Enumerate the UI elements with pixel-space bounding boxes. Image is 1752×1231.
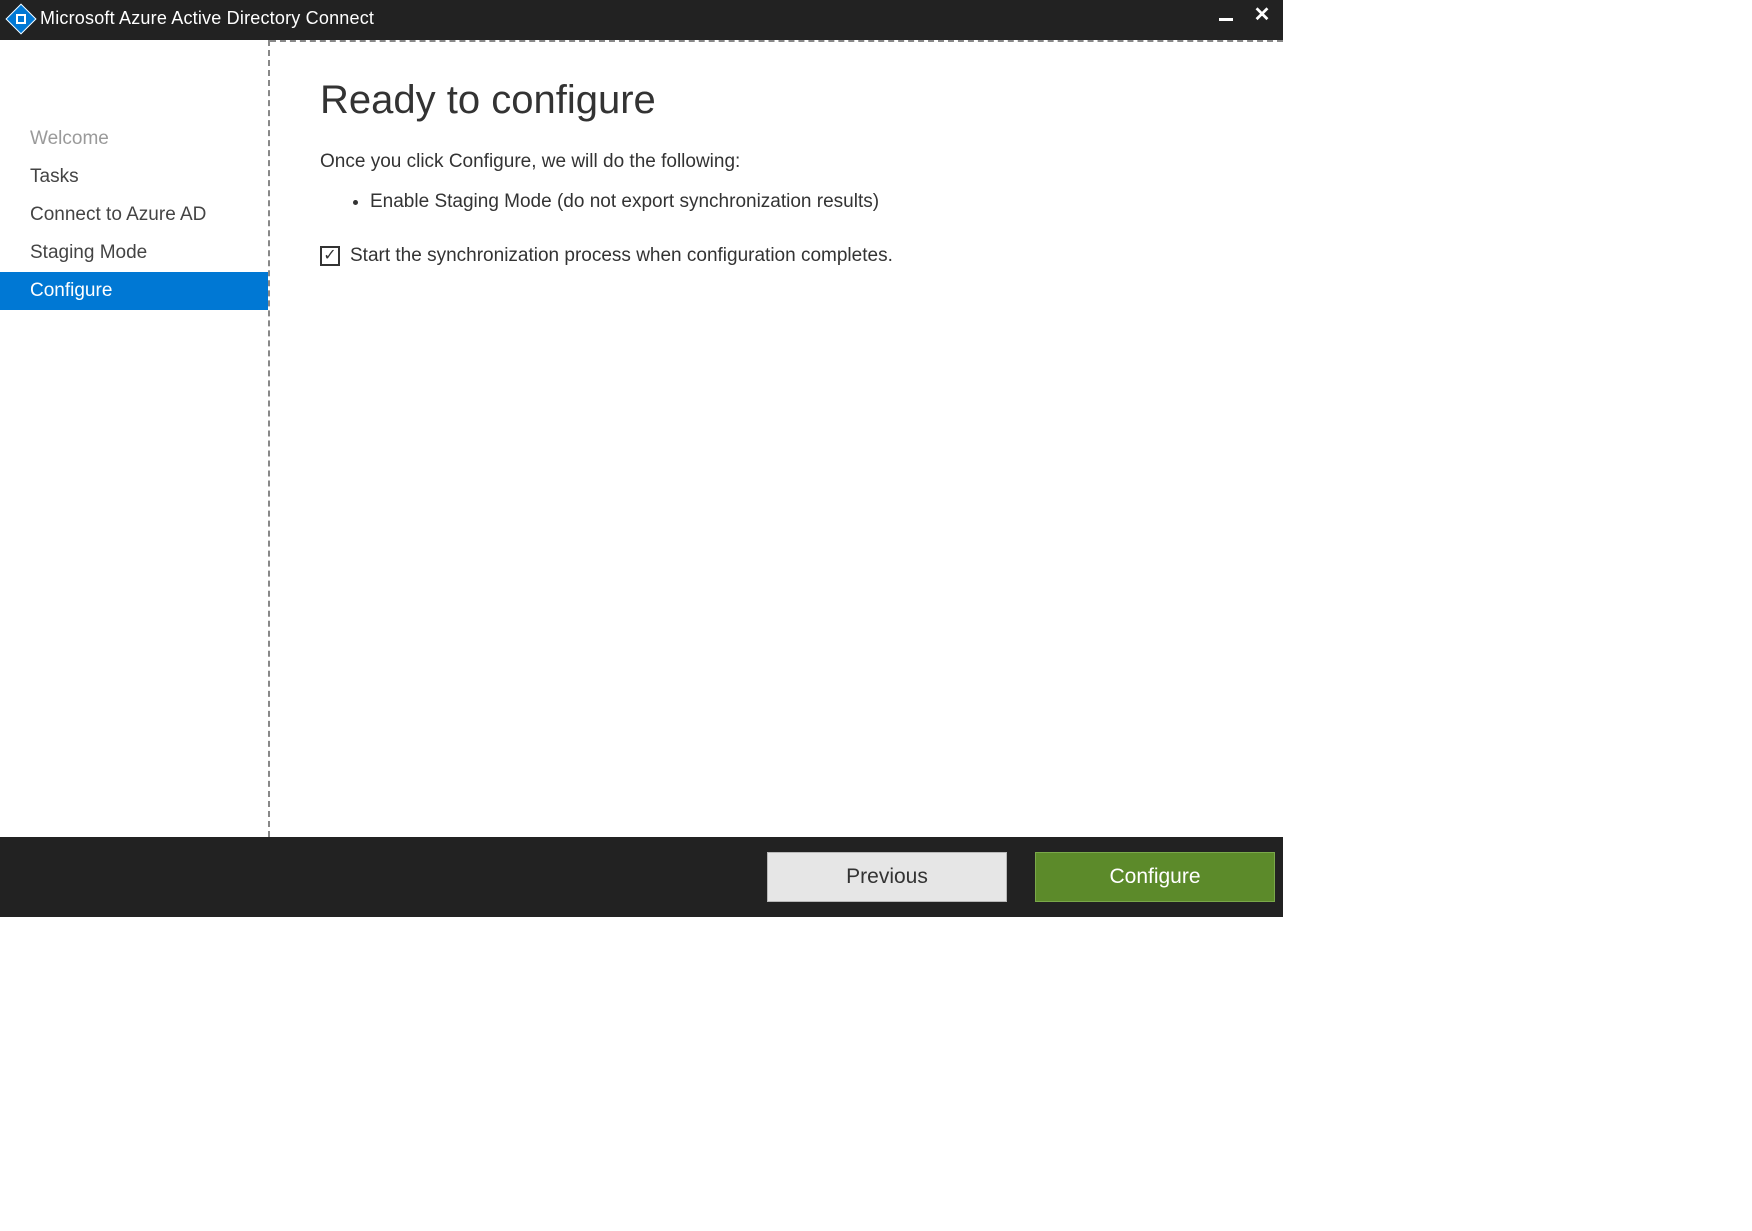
checkmark-icon: ✓ xyxy=(323,248,336,264)
app-logo-icon xyxy=(5,3,36,34)
body-area: Welcome Tasks Connect to Azure AD Stagin… xyxy=(0,40,1283,837)
close-button[interactable]: ✕ xyxy=(1253,6,1271,24)
previous-button-label: Previous xyxy=(846,865,928,889)
close-icon: ✕ xyxy=(1254,5,1271,25)
app-window: Microsoft Azure Active Directory Connect… xyxy=(0,0,1283,917)
action-list-item: Enable Staging Mode (do not export synch… xyxy=(370,187,1233,217)
sidebar-item-label: Welcome xyxy=(30,128,109,149)
window-controls: ✕ xyxy=(1217,6,1271,24)
window-title: Microsoft Azure Active Directory Connect xyxy=(40,8,1217,28)
sidebar-item-label: Connect to Azure AD xyxy=(30,204,206,225)
intro-text: Once you click Configure, we will do the… xyxy=(320,151,1233,173)
main-content: Ready to configure Once you click Config… xyxy=(270,40,1283,837)
start-sync-checkbox[interactable]: ✓ xyxy=(320,246,340,266)
sidebar-item-label: Tasks xyxy=(30,166,79,187)
titlebar: Microsoft Azure Active Directory Connect… xyxy=(0,0,1283,40)
start-sync-label: Start the synchronization process when c… xyxy=(350,245,893,267)
page-heading: Ready to configure xyxy=(320,78,1233,123)
footer: Previous Configure xyxy=(0,837,1283,917)
minimize-button[interactable] xyxy=(1217,6,1235,24)
sidebar-item-staging-mode[interactable]: Staging Mode xyxy=(0,234,268,272)
minimize-icon xyxy=(1219,18,1233,21)
previous-button[interactable]: Previous xyxy=(767,852,1007,902)
configure-button[interactable]: Configure xyxy=(1035,852,1275,902)
sidebar-item-tasks[interactable]: Tasks xyxy=(0,158,268,196)
action-list: Enable Staging Mode (do not export synch… xyxy=(370,187,1233,217)
sidebar-item-welcome[interactable]: Welcome xyxy=(0,120,268,158)
sidebar-item-label: Configure xyxy=(30,280,112,301)
sidebar-item-connect-azure-ad[interactable]: Connect to Azure AD xyxy=(0,196,268,234)
sidebar-item-label: Staging Mode xyxy=(30,242,147,263)
sidebar: Welcome Tasks Connect to Azure AD Stagin… xyxy=(0,40,270,837)
start-sync-option: ✓ Start the synchronization process when… xyxy=(320,245,1233,267)
sidebar-item-configure[interactable]: Configure xyxy=(0,272,268,310)
configure-button-label: Configure xyxy=(1109,865,1200,889)
